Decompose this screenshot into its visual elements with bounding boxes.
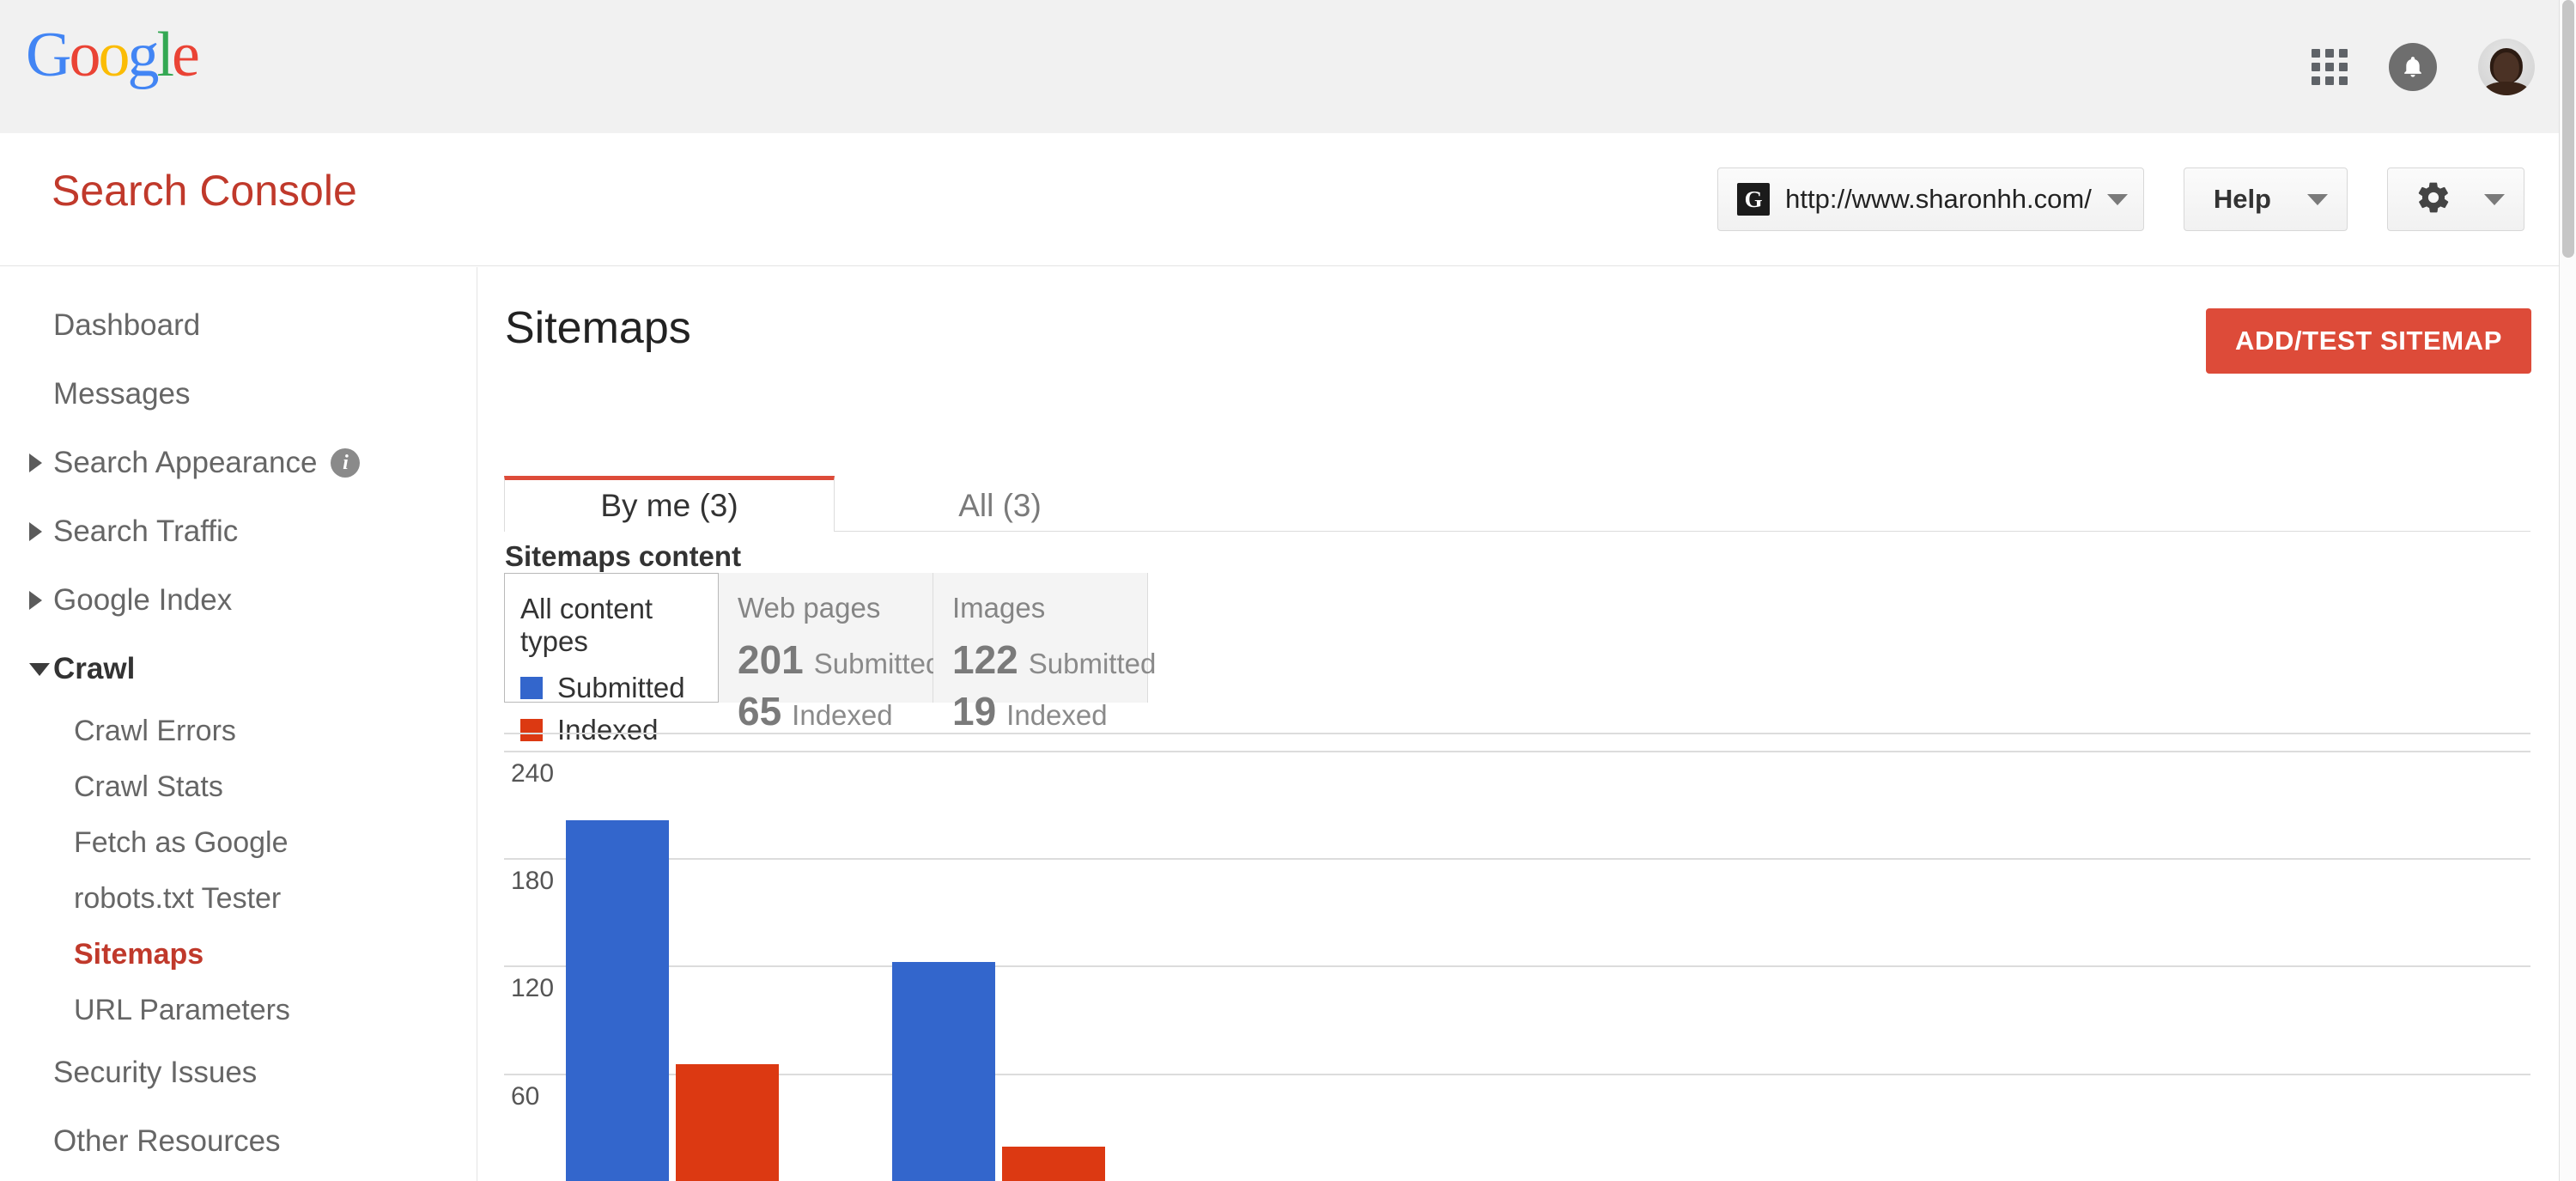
legend-swatch-submitted	[520, 677, 543, 699]
main-content: Sitemaps ADD/TEST SITEMAP By me (3) All …	[478, 267, 2559, 1181]
sidebar-item-other-resources[interactable]: Other Resources	[0, 1107, 477, 1176]
scrollbar-thumb[interactable]	[2562, 0, 2574, 258]
stat-card-title: Web pages	[738, 592, 881, 624]
chart-bar[interactable]	[566, 820, 669, 1181]
chart-bar[interactable]	[1002, 1147, 1105, 1181]
chart-gridline	[504, 965, 2530, 968]
help-label: Help	[2213, 184, 2271, 214]
sidebar-item-robots-txt-tester[interactable]: robots.txt Tester	[0, 871, 477, 927]
chevron-right-icon	[29, 591, 42, 610]
property-url: http://www.sharonhh.com/	[1785, 184, 2092, 214]
chevron-down-icon	[2307, 193, 2328, 205]
sidebar-item-label: Crawl	[53, 652, 136, 685]
chart-y-tick-label: 120	[511, 974, 555, 1003]
property-selector[interactable]: G http://www.sharonhh.com/	[1717, 167, 2144, 231]
sidebar-item-search-appearance[interactable]: Search Appearance i	[0, 429, 477, 497]
stat-card-images[interactable]: Images 122 Submitted 19 Indexed	[933, 573, 1156, 731]
stat-value: 122	[952, 637, 1018, 682]
chevron-right-icon	[29, 522, 42, 541]
sidebar-item-label: robots.txt Tester	[74, 882, 282, 915]
sidebar-item-messages[interactable]: Messages	[0, 360, 477, 429]
stat-label: Submitted	[813, 648, 942, 679]
page-root: Google Search Console G http://www.sharo…	[0, 0, 2576, 1181]
sidebar-item-label: URL Parameters	[74, 994, 290, 1026]
gear-icon	[2415, 180, 2451, 220]
page-scrollbar[interactable]	[2559, 0, 2576, 1181]
chart-axis-top-line	[504, 733, 2530, 734]
chevron-down-icon	[2484, 193, 2505, 205]
sidebar-item-label: Crawl Stats	[74, 770, 223, 803]
add-test-sitemap-button[interactable]: ADD/TEST SITEMAP	[2205, 308, 2531, 374]
sidebar-item-label: Sitemaps	[74, 938, 204, 971]
apps-grid-icon[interactable]	[2312, 48, 2348, 85]
search-console-header: Search Console G http://www.sharonhh.com…	[0, 133, 2559, 266]
chart-y-tick-label: 60	[511, 1081, 540, 1111]
legend-label: Submitted	[557, 672, 685, 703]
sidebar-item-label: Other Resources	[53, 1124, 281, 1158]
header-actions: G http://www.sharonhh.com/ Help	[1717, 167, 2524, 231]
tab-by-me[interactable]: By me (3)	[504, 476, 835, 532]
sidebar-item-label: Fetch as Google	[74, 826, 289, 859]
sidebar-item-label: Security Issues	[53, 1056, 258, 1089]
info-icon[interactable]: i	[331, 448, 361, 478]
sidebar-item-crawl-stats[interactable]: Crawl Stats	[0, 759, 477, 815]
chevron-down-icon	[29, 662, 50, 676]
sidebar-item-crawl[interactable]: Crawl	[0, 635, 477, 703]
sidebar-item-label: Crawl Errors	[74, 715, 236, 747]
chart-gridline	[504, 858, 2530, 861]
sidebar-item-google-index[interactable]: Google Index	[0, 566, 477, 635]
sitemaps-content-cards: All content types Submitted Indexed Web …	[504, 573, 1156, 746]
google-logo[interactable]: Google	[26, 23, 200, 87]
legend-entry-submitted: Submitted	[520, 672, 718, 704]
sidebar-item-search-traffic[interactable]: Search Traffic	[0, 497, 477, 566]
product-title: Search Console	[52, 167, 357, 215]
google-bar: Google	[0, 0, 2559, 133]
sidebar-item-url-parameters[interactable]: URL Parameters	[0, 983, 477, 1038]
sidebar-item-fetch-as-google[interactable]: Fetch as Google	[0, 815, 477, 871]
chart-bar[interactable]	[892, 962, 995, 1181]
stat-line-submitted: 201 Submitted	[738, 637, 941, 682]
chevron-right-icon	[29, 454, 42, 472]
chevron-down-icon	[2106, 193, 2128, 205]
sidebar-item-label: Messages	[53, 377, 191, 411]
property-favicon: G	[1737, 183, 1771, 216]
stat-label: Submitted	[1028, 648, 1157, 679]
tab-all[interactable]: All (3)	[835, 480, 1165, 532]
tab-bar: By me (3) All (3)	[504, 476, 2530, 532]
sidebar-item-sitemaps[interactable]: Sitemaps	[0, 927, 477, 983]
all-content-types-card[interactable]: All content types Submitted Indexed	[504, 573, 719, 746]
settings-button[interactable]	[2387, 167, 2524, 231]
chart-y-tick-label: 240	[511, 758, 555, 788]
sidebar-item-label: Dashboard	[53, 308, 201, 342]
legend-title: All content types	[520, 593, 653, 657]
sidebar-item-security-issues[interactable]: Security Issues	[0, 1038, 477, 1107]
section-label: Sitemaps content	[505, 540, 742, 572]
help-button[interactable]: Help	[2183, 167, 2348, 231]
stat-line-submitted: 122 Submitted	[952, 637, 1156, 682]
chart-gridline	[504, 1073, 2530, 1075]
chart-gridline	[504, 750, 2530, 752]
sidebar: Dashboard Messages Search Appearance i S…	[0, 267, 477, 1181]
chart-y-tick-label: 180	[511, 867, 555, 896]
page-title: Sitemaps	[505, 303, 691, 353]
avatar[interactable]	[2478, 38, 2535, 95]
sidebar-item-dashboard[interactable]: Dashboard	[0, 291, 477, 360]
bell-icon[interactable]	[2389, 42, 2437, 91]
stat-card-web-pages[interactable]: Web pages 201 Submitted 65 Indexed	[719, 573, 941, 731]
stat-value: 201	[738, 637, 804, 682]
sidebar-item-label: Google Index	[53, 583, 233, 617]
stat-card-title: Images	[952, 592, 1046, 624]
google-bar-actions	[2312, 0, 2559, 133]
sidebar-item-crawl-errors[interactable]: Crawl Errors	[0, 703, 477, 759]
sitemaps-bar-chart: 60 120 180 240	[504, 714, 2530, 1181]
chart-bar[interactable]	[676, 1064, 779, 1181]
sidebar-item-label: Search Appearance	[53, 446, 318, 479]
sidebar-item-label: Search Traffic	[53, 514, 239, 548]
